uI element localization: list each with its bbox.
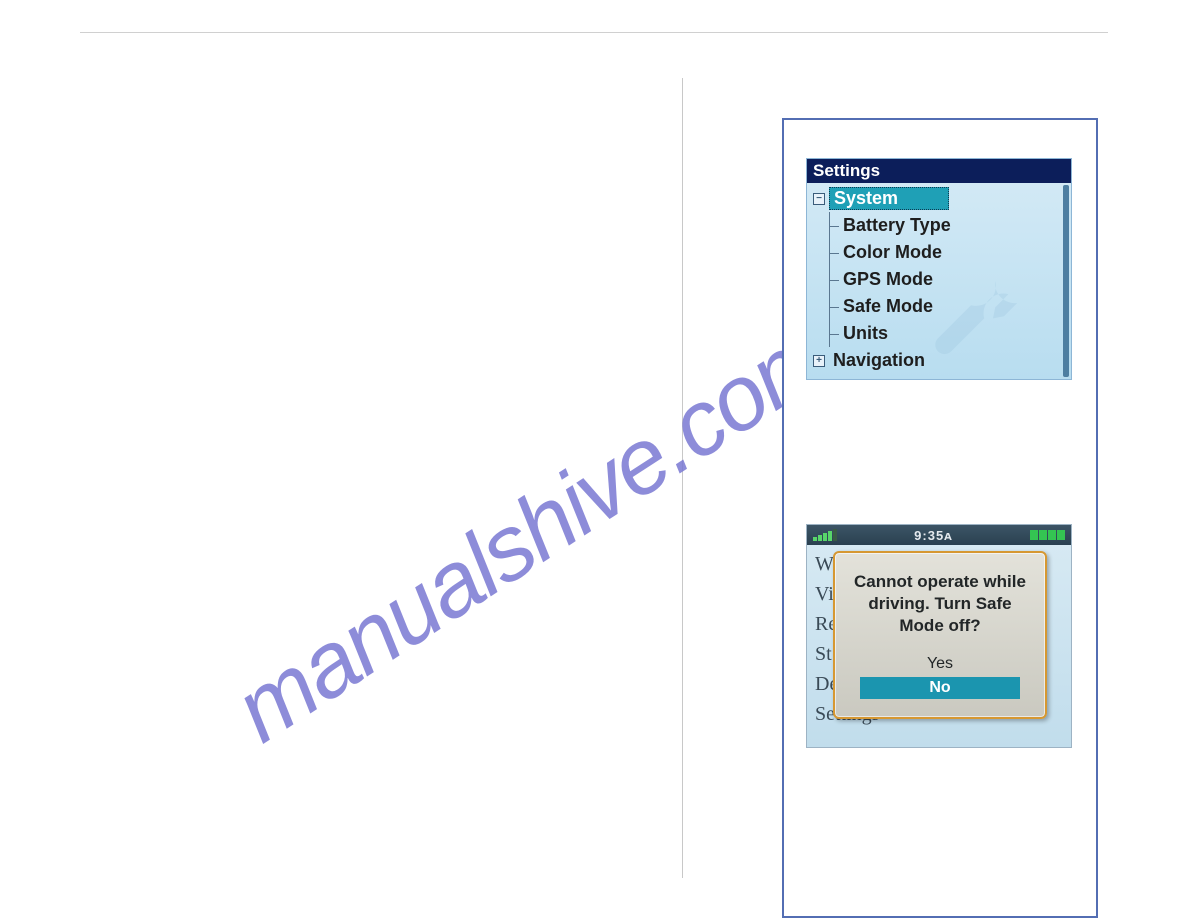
dialog-options: Yes No (847, 655, 1033, 699)
tree-item-label: System (829, 187, 949, 210)
tree-item-gps-mode[interactable]: GPS Mode (813, 266, 1071, 293)
expand-icon[interactable]: + (813, 355, 825, 367)
settings-tree: − System Battery Type Color Mode GPS Mod… (807, 183, 1071, 379)
clock: 9:35ᴀ (914, 528, 953, 543)
modal-dialog: Cannot operate while driving. Turn Safe … (833, 551, 1047, 719)
column-divider (682, 78, 683, 878)
tree-item-safe-mode[interactable]: Safe Mode (813, 293, 1071, 320)
tree-item-label: Units (843, 323, 888, 344)
tree-item-navigation[interactable]: + Navigation (813, 347, 1071, 374)
tree-item-label: Safe Mode (843, 296, 933, 317)
settings-title: Settings (807, 159, 1071, 183)
settings-screenshot: Settings − System Battery Type Color Mod… (806, 158, 1072, 380)
no-button[interactable]: No (860, 677, 1020, 699)
tree-item-label: Navigation (829, 350, 925, 371)
horizontal-rule (80, 32, 1108, 33)
tree-item-label: GPS Mode (843, 269, 933, 290)
signal-icon (813, 529, 837, 541)
figure-sidebar: Settings − System Battery Type Color Mod… (782, 118, 1098, 918)
status-bar: 9:35ᴀ (807, 525, 1071, 545)
tree-item-color-mode[interactable]: Color Mode (813, 239, 1071, 266)
scrollbar[interactable] (1063, 185, 1069, 377)
tree-item-units[interactable]: Units (813, 320, 1071, 347)
tree-item-label: Battery Type (843, 215, 951, 236)
collapse-icon[interactable]: − (813, 193, 825, 205)
tree-item-battery-type[interactable]: Battery Type (813, 212, 1071, 239)
safe-mode-dialog-screenshot: 9:35ᴀ W Vi Re St De Settings Cannot oper… (806, 524, 1072, 748)
battery-icon (1030, 530, 1065, 540)
tree-item-system[interactable]: − System (813, 185, 1071, 212)
yes-button[interactable]: Yes (847, 655, 1033, 673)
dialog-message: Cannot operate while driving. Turn Safe … (847, 571, 1033, 637)
tree-item-label: Color Mode (843, 242, 942, 263)
watermark-text: manualshive.com (217, 302, 849, 764)
